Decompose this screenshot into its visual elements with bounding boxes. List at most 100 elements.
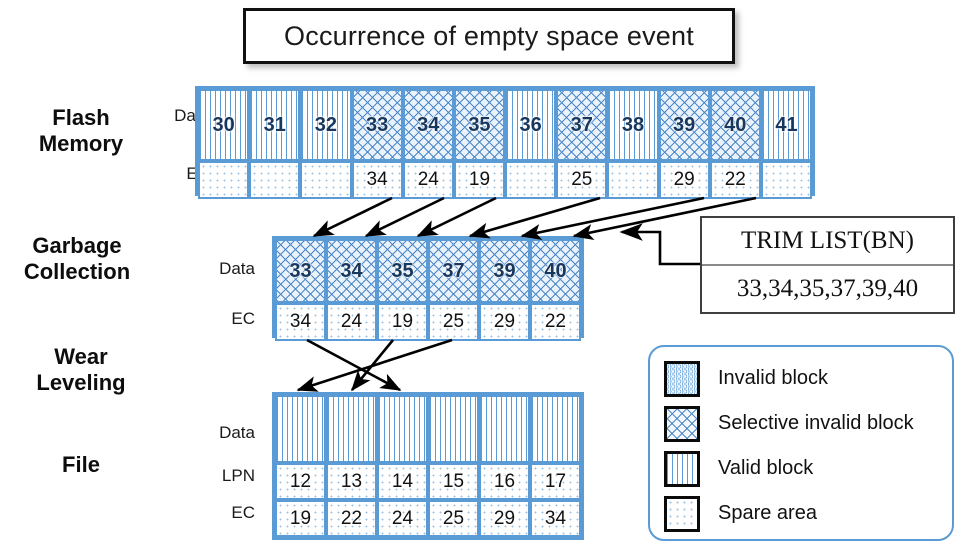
flash-block-31: 31	[249, 89, 301, 161]
file-lpn-cell-4: 16	[479, 463, 530, 500]
flash-block-35-value: 35	[468, 113, 491, 136]
flash-ec-cell-7: 25	[556, 161, 608, 199]
stage-label-wear-leveling: Wear Leveling	[6, 344, 156, 396]
legend-label-spare: Spare area	[718, 502, 817, 524]
gc-block-37: 37	[428, 239, 479, 303]
row-label-gc-ec: EC	[231, 309, 255, 328]
row-label-gc-data: Data	[219, 259, 255, 278]
file-data-cell-3	[428, 395, 479, 463]
file-lpn-cell-3-value: 15	[442, 470, 465, 492]
gc-ec-cell-4: 29	[479, 303, 530, 341]
legend-label-invalid: Invalid block	[718, 367, 829, 389]
flash-block-41: 41	[760, 89, 813, 161]
file-data-cell-0	[275, 395, 326, 463]
file-ec-cell-5: 34	[530, 500, 581, 537]
valid-swatch-icon	[664, 450, 700, 487]
stage-label-line: Wear	[54, 344, 108, 369]
flash-block-36-value: 36	[519, 113, 542, 136]
stage-label-file: File	[6, 452, 156, 478]
file-ec-cell-2: 24	[377, 500, 428, 537]
arrow-gc-to-file-b	[350, 339, 395, 392]
flash-ec-cell-3-value: 34	[366, 169, 388, 190]
flash-memory-band: 30 31 32 33 34 35 36 37 38 39 40 41 34 24 19 25 29 22	[195, 86, 815, 199]
row-label-file-lpn: LPN	[221, 466, 255, 485]
flash-block-32: 32	[300, 89, 352, 161]
stage-label-garbage-collection: Garbage Collection	[2, 233, 152, 285]
flash-block-35: 35	[453, 89, 506, 161]
flash-block-38-value: 38	[621, 113, 645, 136]
legend-item-spare: Spare area	[664, 491, 952, 536]
flash-block-39: 39	[658, 89, 710, 161]
gc-ec-cell-0: 34	[275, 303, 326, 341]
file-lpn-cell-5-value: 17	[544, 470, 567, 492]
gc-block-39: 39	[479, 239, 530, 303]
gc-ec-cell-3: 25	[428, 303, 479, 341]
file-ec-cell-1: 22	[326, 500, 377, 537]
flash-ec-cell-0	[198, 161, 250, 199]
flash-block-38: 38	[607, 89, 659, 161]
file-lpn-cell-2-value: 14	[391, 470, 414, 492]
flash-block-33: 33	[351, 89, 403, 161]
flash-block-34-value: 34	[417, 113, 440, 136]
row-label-file-ec: EC	[231, 503, 255, 522]
stage-label-line: Memory	[38, 130, 124, 156]
file-ec-cell-1-value: 22	[340, 507, 363, 529]
gc-ec-cell-1-value: 24	[340, 311, 363, 332]
file-lpn-cell-0: 12	[275, 463, 326, 500]
flash-block-41-value: 41	[775, 113, 798, 136]
arrow-flash-39-to-gc	[520, 196, 705, 240]
file-lpn-cell-0-value: 12	[289, 470, 312, 492]
flash-ec-cell-7-value: 25	[571, 169, 593, 190]
gc-ec-cell-2: 19	[377, 303, 428, 341]
flash-memory-data-row: 30 31 32 33 34 35 36 37 38 39 40 41	[198, 89, 813, 161]
gc-ec-row: 34 24 19 25 29 22	[275, 303, 581, 341]
flash-ec-cell-10-value: 22	[724, 169, 746, 190]
flash-ec-cell-10: 22	[709, 161, 761, 199]
arrow-flash-35-to-gc	[416, 196, 497, 238]
arrow-gc-to-file-a	[306, 338, 402, 392]
spare-swatch-icon	[664, 495, 700, 532]
stage-label-line: File	[62, 452, 100, 477]
row-label-file-data: Data	[219, 423, 255, 442]
file-data-cell-2	[377, 395, 428, 463]
flash-block-37: 37	[556, 89, 608, 161]
flash-ec-cell-5: 19	[453, 161, 506, 199]
file-lpn-row: 12 13 14 15 16 17	[275, 463, 581, 500]
flash-block-32-value: 32	[314, 113, 338, 136]
flash-block-31-value: 31	[263, 113, 286, 136]
trim-list-connector	[619, 223, 700, 266]
gc-ec-cell-4-value: 29	[493, 311, 516, 332]
gc-ec-cell-5-value: 22	[544, 311, 567, 332]
stage-label-line: Garbage	[32, 233, 122, 258]
file-ec-row: 19 22 24 25 29 34	[275, 500, 581, 537]
diagram-canvas: Occurrence of empty space event Flash Mem…	[0, 0, 962, 548]
file-ec-cell-2-value: 24	[391, 507, 414, 529]
stage-label-line: Collection	[23, 258, 131, 284]
flash-ec-cell-5-value: 19	[468, 169, 491, 190]
flash-ec-cell-6	[505, 161, 557, 199]
flash-ec-cell-3: 34	[351, 161, 403, 199]
flash-block-36: 36	[505, 89, 557, 161]
legend-item-valid: Valid block	[664, 446, 952, 491]
file-lpn-cell-3: 15	[428, 463, 479, 500]
gc-ec-cell-5: 22	[530, 303, 581, 341]
file-ec-cell-0: 19	[275, 500, 326, 537]
gc-block-40: 40	[530, 239, 581, 303]
file-band: 12 13 14 15 16 17 19 22 24 25 29 34	[272, 392, 584, 540]
gc-data-row: 33 34 35 37 39 40	[275, 239, 581, 303]
file-ec-cell-4-value: 29	[493, 507, 516, 529]
flash-ec-cell-9-value: 29	[673, 169, 695, 190]
gc-block-40-value: 40	[544, 259, 567, 282]
flash-block-30-value: 30	[212, 113, 235, 136]
gc-ec-cell-3-value: 25	[442, 311, 465, 332]
arrow-gc-to-file-c	[296, 338, 453, 392]
legend-box: Invalid block Selective invalid block Vali…	[648, 345, 954, 541]
file-ec-cell-3: 25	[428, 500, 479, 537]
flash-ec-cell-9: 29	[658, 161, 710, 199]
file-data-cell-4	[479, 395, 530, 463]
file-lpn-cell-2: 14	[377, 463, 428, 500]
gc-block-33-value: 33	[289, 259, 312, 282]
file-ec-cell-3-value: 25	[442, 507, 465, 529]
gc-ec-cell-0-value: 34	[289, 311, 312, 332]
gc-block-34: 34	[326, 239, 377, 303]
